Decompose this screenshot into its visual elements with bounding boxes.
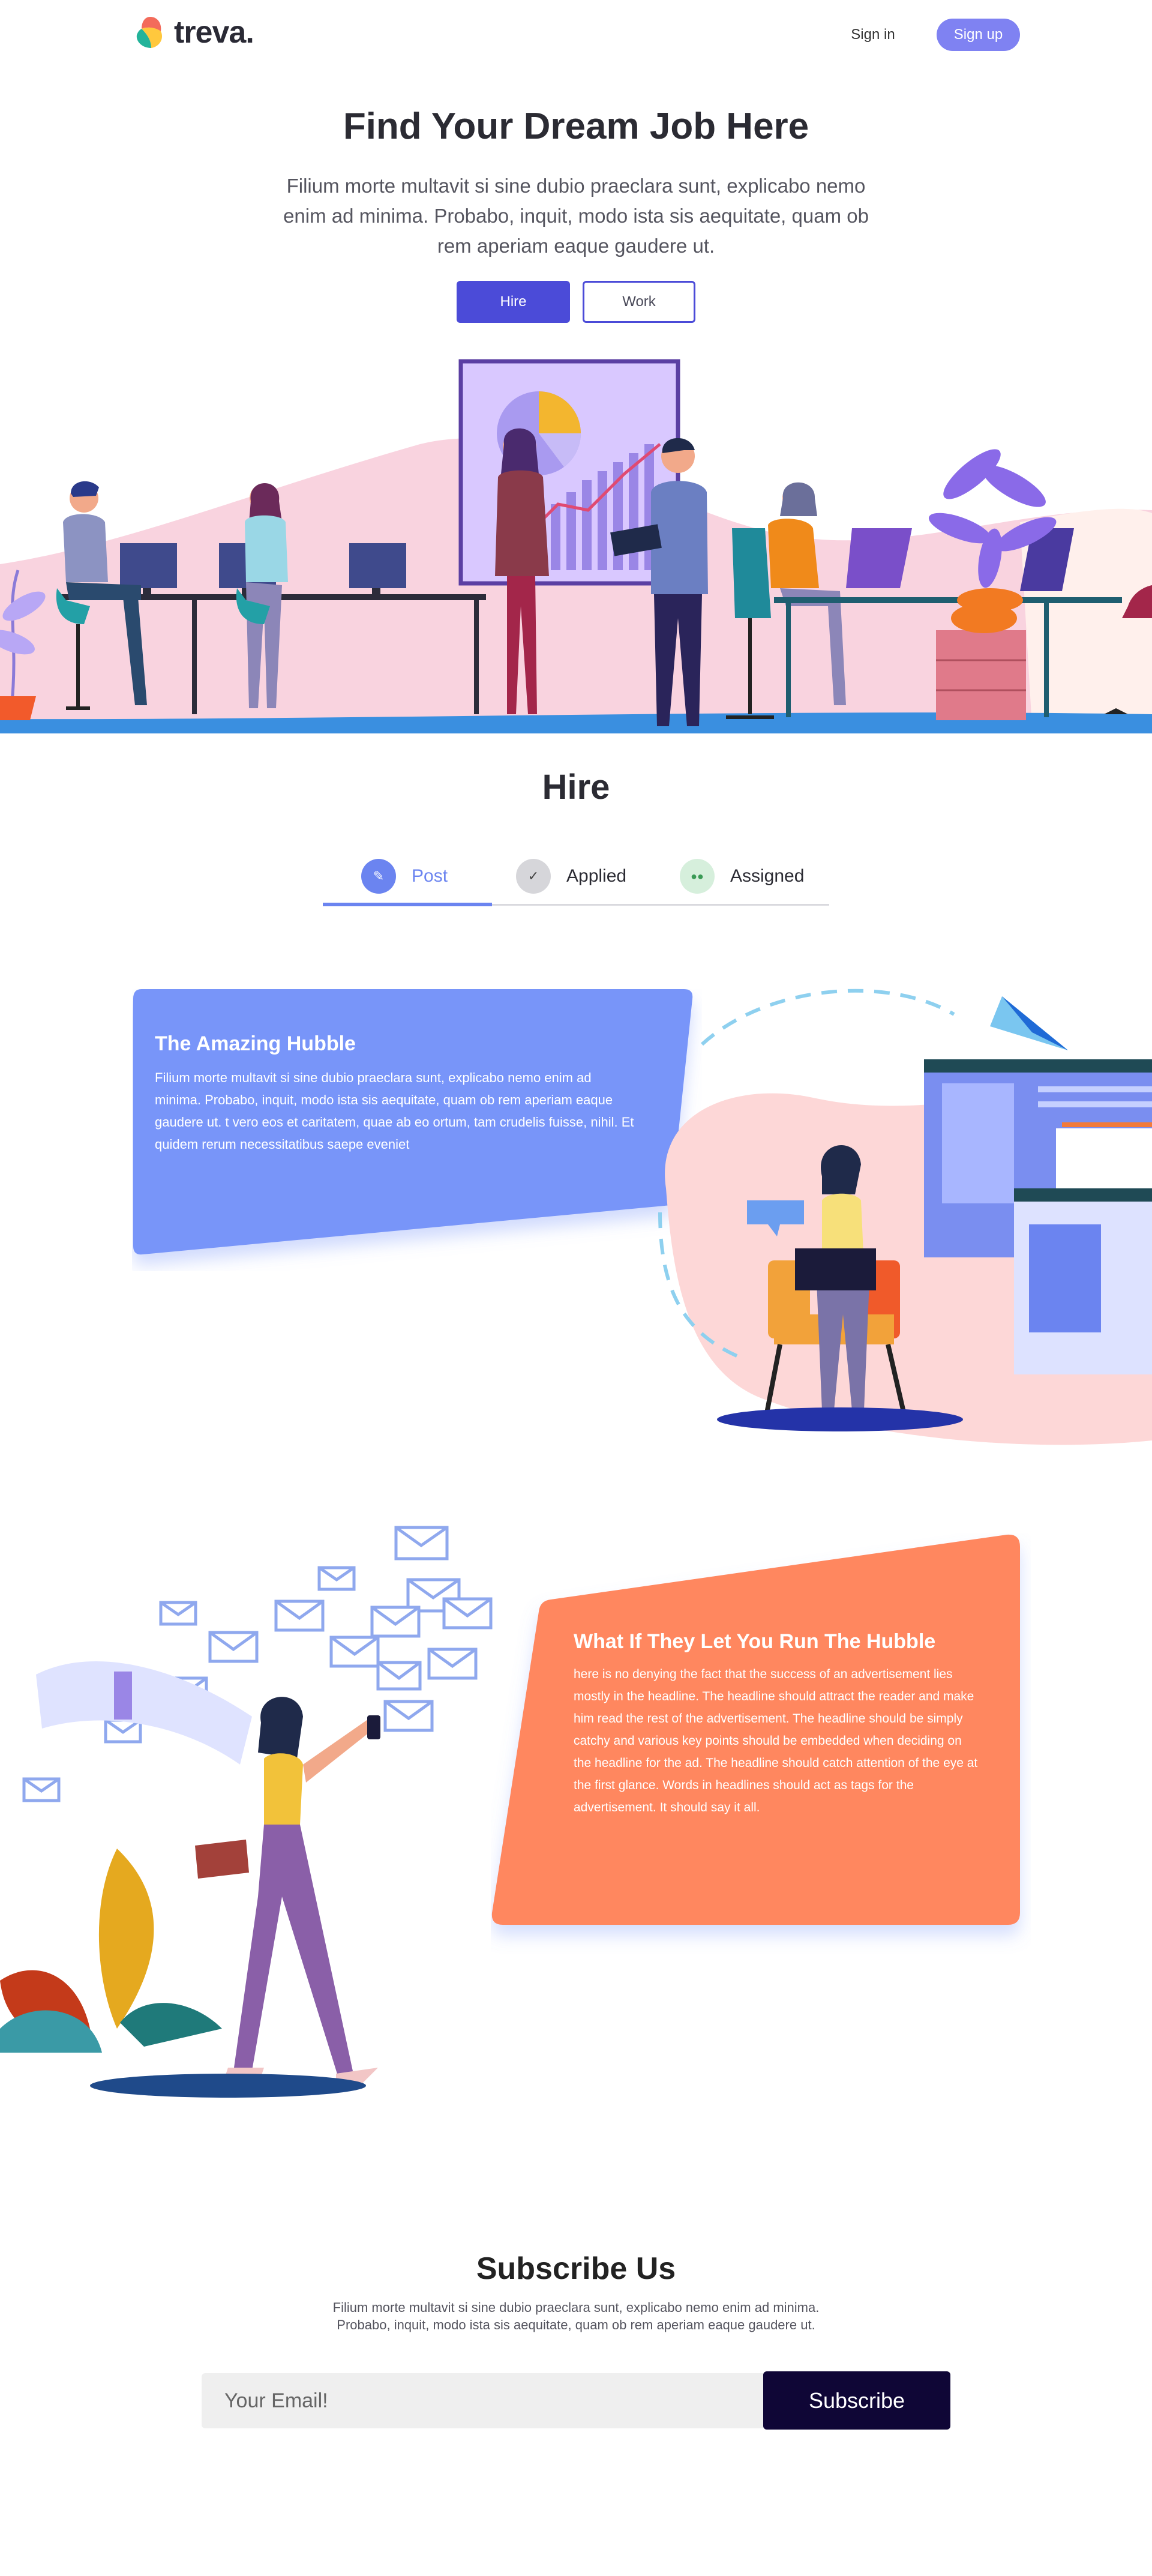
subscribe-text: Filium morte multavit si sine dubio prae… bbox=[332, 2300, 820, 2332]
woman-phone-messages-illustration bbox=[0, 1526, 493, 2098]
hero-title: Find Your Dream Job Here bbox=[343, 106, 809, 147]
subscribe-button[interactable]: Subscribe bbox=[763, 2371, 950, 2430]
feature-2-title: What If They Let You Run The Hubble bbox=[574, 1630, 936, 1653]
tab-assigned-label: Assigned bbox=[730, 866, 805, 886]
tab-applied-label: Applied bbox=[566, 866, 627, 886]
hire-button[interactable]: Hire bbox=[457, 281, 570, 323]
office-team-illustration bbox=[0, 359, 1152, 733]
feature-1-body: Filium morte multavit si sine dubio prae… bbox=[155, 1070, 634, 1152]
feature-card-blue: The Amazing Hubble Filium morte multavit… bbox=[155, 1032, 647, 1155]
hire-section-title: Hire bbox=[542, 768, 610, 807]
tab-assigned[interactable]: ●● Assigned bbox=[680, 846, 804, 906]
tab-active-indicator bbox=[323, 903, 492, 906]
woman-laptop-illustration bbox=[658, 989, 1152, 1445]
feature-2-body: here is no denying the fact that the suc… bbox=[574, 1667, 978, 1814]
check-icon: ✓ bbox=[516, 859, 551, 894]
pencil-icon: ✎ bbox=[361, 859, 396, 894]
sign-up-button[interactable]: Sign up bbox=[937, 19, 1020, 51]
logo-mark-icon bbox=[136, 17, 163, 48]
users-icon: ●● bbox=[680, 859, 715, 894]
subscribe-title: Subscribe Us bbox=[476, 2251, 676, 2286]
tab-post[interactable]: ✎ Post bbox=[361, 846, 448, 906]
email-input[interactable] bbox=[202, 2373, 763, 2428]
tab-applied[interactable]: ✓ Applied bbox=[516, 846, 626, 906]
feature-1-title: The Amazing Hubble bbox=[155, 1032, 356, 1055]
feature-card-orange: What If They Let You Run The Hubble here… bbox=[574, 1630, 982, 1819]
work-button[interactable]: Work bbox=[583, 281, 695, 323]
logo[interactable]: treva. bbox=[131, 13, 254, 52]
hire-tabs: ✎ Post ✓ Applied ●● Assigned bbox=[323, 846, 829, 906]
logo-text: treva. bbox=[174, 15, 254, 50]
hero-subtitle: Filium morte multavit si sine dubio prae… bbox=[283, 175, 869, 257]
tab-post-label: Post bbox=[412, 866, 448, 886]
sign-in-link[interactable]: Sign in bbox=[840, 17, 906, 53]
